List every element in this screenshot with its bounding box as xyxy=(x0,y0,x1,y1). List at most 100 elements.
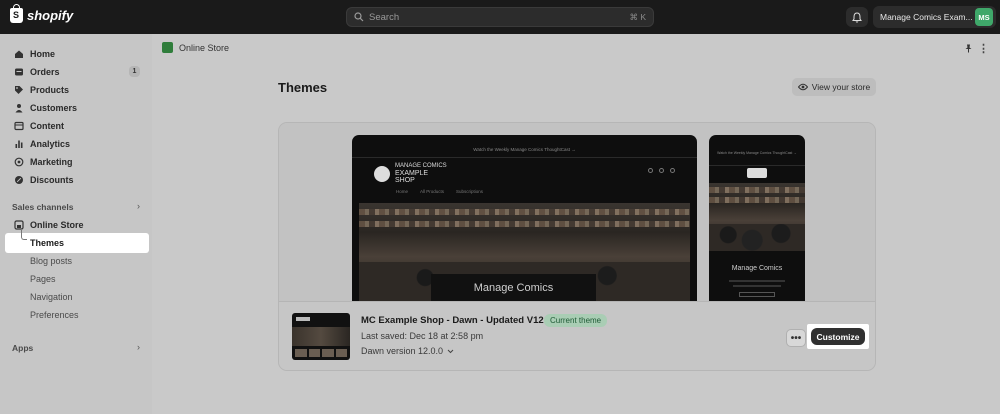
sidebar-item-pages[interactable]: Pages xyxy=(8,270,146,287)
theme-card: Watch the Weekly Manage Comics ThoughtCa… xyxy=(278,122,876,371)
hero-title: Manage Comics xyxy=(431,274,596,301)
logo-line: MANAGE COMICS xyxy=(395,163,447,169)
shelf xyxy=(709,187,805,193)
mobile-cta xyxy=(739,292,775,297)
sidebar-item-label: Marketing xyxy=(30,156,73,167)
theme-version[interactable]: Dawn version 12.0.0 xyxy=(361,346,454,356)
announcement-bar: Watch the Weekly Manage Comics ThoughtCa… xyxy=(473,147,576,152)
sidebar-item-label: Blog posts xyxy=(30,255,73,266)
sales-channels-label: Sales channels xyxy=(12,202,74,212)
pin-icon[interactable] xyxy=(964,44,973,53)
placeholder-line xyxy=(729,280,785,282)
sidebar-item-online-store[interactable]: Online Store xyxy=(8,216,146,233)
store-menu-button[interactable]: Manage Comics Exam... MS xyxy=(873,6,996,28)
sidebar-item-themes[interactable]: Themes xyxy=(5,229,149,253)
chevron-right-icon[interactable]: › xyxy=(137,201,140,211)
theme-thumbnail[interactable] xyxy=(292,313,350,360)
theme-name: MC Example Shop - Dawn - Updated V12 xyxy=(361,315,544,326)
avatar: MS xyxy=(975,8,993,26)
sidebar-item-label: Preferences xyxy=(30,309,79,320)
sidebar-item-blog-posts[interactable]: Blog posts xyxy=(8,252,146,269)
announcement-bar: Watch the Weekly Manage Comics ThoughtCa… xyxy=(717,151,797,155)
online-store-icon xyxy=(162,42,173,53)
customize-button[interactable]: Customize xyxy=(811,328,865,345)
store-name: Manage Comics Exam... xyxy=(880,12,973,22)
breadcrumb[interactable]: Online Store xyxy=(162,42,229,53)
logo-line: SHOP xyxy=(395,177,415,184)
store-logo: MANAGE COMICS EXAMPLE SHOP xyxy=(374,163,447,184)
sidebar-item-label: Orders xyxy=(30,66,60,77)
search-shortcut: ⌘ K xyxy=(629,11,646,22)
logo-text: shopify xyxy=(27,8,74,23)
sidebar-item-home[interactable]: Home xyxy=(8,45,146,62)
last-saved-text: Last saved: Dec 18 at 2:58 pm xyxy=(361,331,484,341)
chevron-right-icon[interactable]: › xyxy=(137,342,140,352)
tree-connector xyxy=(21,229,27,240)
nav-link: Home xyxy=(396,189,409,194)
page-title: Themes xyxy=(278,80,328,95)
sidebar-item-customers[interactable]: Customers xyxy=(8,99,146,116)
search-bar[interactable]: ⌘ K xyxy=(346,7,654,27)
placeholder-line xyxy=(733,285,781,287)
breadcrumb-label: Online Store xyxy=(179,42,230,53)
sidebar-item-products[interactable]: Products xyxy=(8,81,146,98)
main-content: Online Store ⋮ Themes View your store Wa… xyxy=(152,34,1000,414)
mobile-hero-title: Manage Comics xyxy=(731,265,783,272)
theme-actions-button[interactable]: ••• xyxy=(786,329,806,347)
sidebar-item-analytics[interactable]: Analytics xyxy=(8,135,146,152)
bar-chart-icon xyxy=(14,139,24,149)
desktop-nav: Home All Products Subscriptions xyxy=(396,189,483,194)
thumb-products xyxy=(295,349,347,357)
sidebar-item-label: Discounts xyxy=(30,174,74,185)
search-icon xyxy=(354,12,364,22)
apps-label: Apps xyxy=(12,343,34,353)
more-actions-icon[interactable]: ⋮ xyxy=(978,42,989,55)
sidebar-item-label: Analytics xyxy=(30,138,71,149)
shelf xyxy=(709,197,805,203)
theme-version-label: Dawn version 12.0.0 xyxy=(361,346,444,356)
sidebar-item-label: Online Store xyxy=(30,219,84,230)
sidebar-item-content[interactable]: Content xyxy=(8,117,146,134)
account-icon xyxy=(659,168,664,173)
sidebar-item-label: Home xyxy=(30,48,56,59)
view-store-button[interactable]: View your store xyxy=(792,78,876,96)
divider xyxy=(709,165,805,166)
sidebar-item-preferences[interactable]: Preferences xyxy=(8,306,146,323)
theme-footer: MC Example Shop - Dawn - Updated V12 Cur… xyxy=(279,301,875,370)
orders-icon xyxy=(14,67,24,77)
mobile-logo xyxy=(747,168,767,178)
hero-image: Manage Comics xyxy=(359,203,690,301)
thumb-logo xyxy=(296,317,310,321)
cart-icon xyxy=(670,168,675,173)
sidebar: Home Orders 1 Products Customers Content… xyxy=(0,34,152,414)
sidebar-item-navigation[interactable]: Navigation xyxy=(8,288,146,305)
nav-link: Subscriptions xyxy=(456,189,484,194)
thumb-hero xyxy=(292,327,350,346)
sidebar-item-label: Navigation xyxy=(30,291,73,302)
eye-icon xyxy=(797,83,808,91)
sidebar-item-marketing[interactable]: Marketing xyxy=(8,153,146,170)
crowd xyxy=(709,223,805,251)
sidebar-item-orders[interactable]: Orders 1 xyxy=(8,63,146,80)
person-icon xyxy=(14,103,24,113)
current-theme-badge: Current theme xyxy=(544,314,608,327)
mobile-preview: Watch the Weekly Manage Comics ThoughtCa… xyxy=(709,135,805,301)
divider xyxy=(352,157,697,158)
logo-line: EXAMPLE xyxy=(395,170,429,177)
logo-mark-icon xyxy=(374,165,390,182)
top-bar: shopify ⌘ K Manage Comics Exam... MS xyxy=(0,0,1000,34)
theme-preview[interactable]: Watch the Weekly Manage Comics ThoughtCa… xyxy=(279,123,875,301)
shelf xyxy=(359,221,690,227)
target-icon xyxy=(14,157,24,167)
nav-link: All Products xyxy=(420,189,445,194)
sidebar-item-discounts[interactable]: Discounts xyxy=(8,171,146,188)
shopify-bag-icon xyxy=(10,4,23,23)
search-icon xyxy=(648,168,653,173)
tag-icon xyxy=(14,85,24,95)
search-input[interactable] xyxy=(369,11,630,23)
notifications-button[interactable] xyxy=(846,7,868,27)
shopify-logo[interactable]: shopify xyxy=(10,4,74,23)
sidebar-item-label: Themes xyxy=(30,238,65,248)
desktop-preview: Watch the Weekly Manage Comics ThoughtCa… xyxy=(352,135,697,301)
store-icon xyxy=(14,219,24,230)
